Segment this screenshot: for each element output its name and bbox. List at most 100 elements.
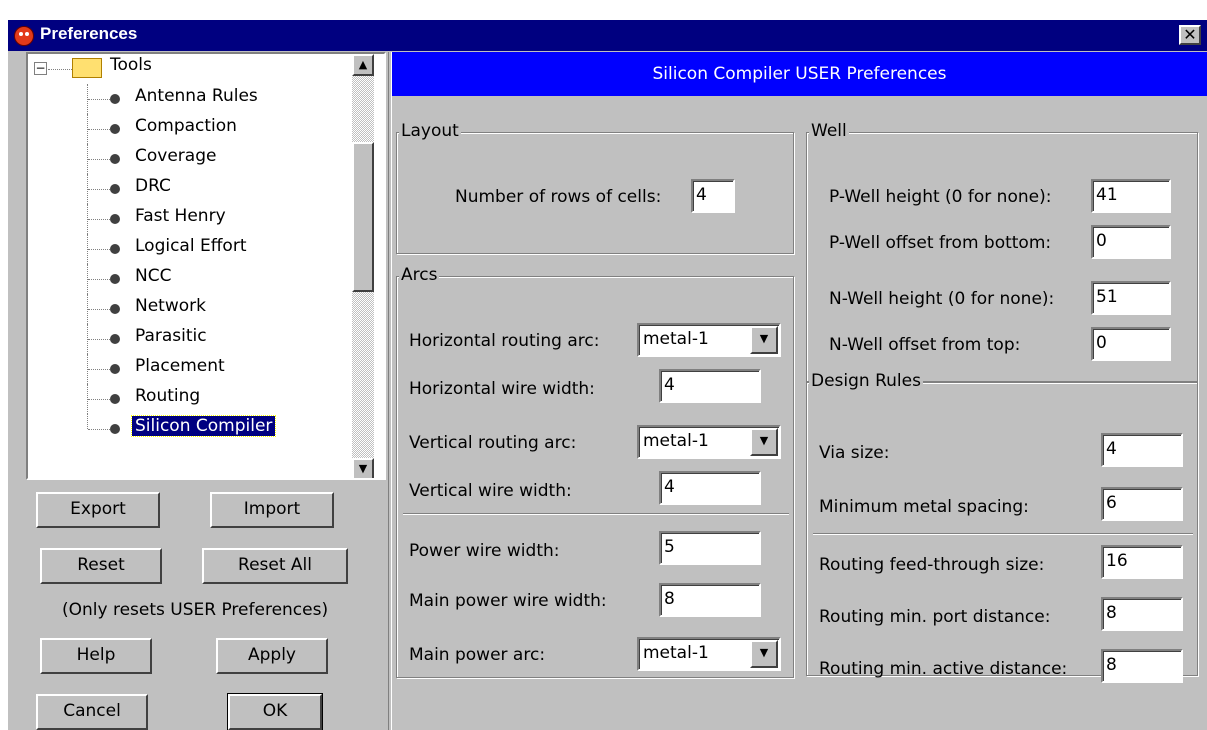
bullet-icon [110,184,120,194]
min-spacing-label: Minimum metal spacing: [819,497,1029,517]
left-pane: − Tools Antenna Rules Compaction Coverage D… [10,52,388,730]
main-power-width-input[interactable]: 8 [659,583,761,617]
chevron-down-icon[interactable]: ▼ [750,326,778,354]
main-power-arc-label: Main power arc: [409,645,546,665]
design-rules-group-title: Design Rules [809,371,923,391]
via-size-input[interactable]: 4 [1101,433,1183,467]
tree-scrollbar[interactable]: ▲ ▼ [352,54,374,478]
feedthrough-input[interactable]: 16 [1101,545,1183,579]
tree-item[interactable]: Logical Effort [28,234,348,264]
tree-item-label: Antenna Rules [135,86,258,106]
bullet-icon [110,334,120,344]
tree-item-label: DRC [135,176,171,196]
nwell-offset-input[interactable]: 0 [1091,327,1171,361]
tree-item-label: Routing [135,386,201,406]
tree-item[interactable]: Fast Henry [28,204,348,234]
nwell-height-input[interactable]: 51 [1091,281,1171,315]
layout-group-title: Layout [399,121,461,141]
horizontal-width-label: Horizontal wire width: [409,379,595,399]
scroll-down-icon[interactable]: ▼ [352,458,374,478]
tree-item[interactable]: Antenna Rules [28,84,348,114]
vertical-arc-select[interactable]: metal-1 ▼ [637,425,781,459]
bullet-icon [110,94,120,104]
reset-button[interactable]: Reset [40,548,162,584]
tree-item-label: NCC [135,266,172,286]
active-distance-label: Routing min. active distance: [819,659,1068,679]
pwell-height-label: P-Well height (0 for none): [829,187,1052,207]
panel-header: Silicon Compiler USER Preferences [392,52,1207,96]
bullet-icon [110,394,120,404]
tree-item[interactable]: Network [28,294,348,324]
horizontal-arc-select[interactable]: metal-1 ▼ [637,323,781,357]
pwell-offset-input[interactable]: 0 [1091,225,1171,259]
chevron-down-icon[interactable]: ▼ [750,640,778,668]
cancel-button[interactable]: Cancel [36,694,148,730]
tree-item[interactable]: Routing [28,384,348,414]
main-power-arc-select[interactable]: metal-1 ▼ [637,637,781,671]
vertical-width-input[interactable]: 4 [659,471,761,505]
tree-item-label: Logical Effort [135,236,247,256]
layout-group: Layout Number of rows of cells: 4 [396,121,794,254]
via-size-label: Via size: [819,443,890,463]
import-button[interactable]: Import [210,492,334,528]
rows-of-cells-input[interactable]: 4 [691,179,735,213]
export-button[interactable]: Export [36,492,160,528]
tree-item-label: Network [135,296,206,316]
scroll-thumb[interactable] [352,142,374,292]
tree-item[interactable]: NCC [28,264,348,294]
tree-item[interactable]: Placement [28,354,348,384]
tree-item-label: Silicon Compiler [130,415,277,437]
feedthrough-label: Routing feed-through size: [819,555,1045,575]
tree-root-tools[interactable]: − Tools [28,54,348,84]
arcs-separator [403,513,789,515]
horizontal-arc-label: Horizontal routing arc: [409,331,600,351]
close-button[interactable]: ✕ [1179,25,1201,45]
active-distance-input[interactable]: 8 [1101,649,1183,683]
scroll-up-icon[interactable]: ▲ [352,54,374,76]
well-group-title: Well [809,121,849,141]
window-title: Preferences [40,24,138,43]
vertical-arc-label: Vertical routing arc: [409,433,577,453]
pane-divider[interactable] [388,52,392,730]
help-button[interactable]: Help [40,638,152,674]
tree-item-label: Fast Henry [135,206,226,226]
apply-button[interactable]: Apply [216,638,328,674]
arcs-group: Arcs Horizontal routing arc: metal-1 ▼ H… [396,265,794,678]
horizontal-width-input[interactable]: 4 [659,369,761,403]
tree-item[interactable]: Compaction [28,114,348,144]
bullet-icon [110,364,120,374]
power-width-input[interactable]: 5 [659,531,761,565]
reset-note: (Only resets USER Preferences) [62,600,329,620]
well-group: Well P-Well height (0 for none): 41 P-We… [806,121,1198,382]
title-bar[interactable]: Preferences ✕ [8,20,1207,51]
bullet-icon [110,274,120,284]
tree-item-label: Compaction [135,116,237,136]
tree-item-label: Parasitic [135,326,207,346]
port-distance-label: Routing min. port distance: [819,607,1051,627]
tree-item[interactable]: Silicon Compiler [28,414,348,444]
app-icon [14,26,34,46]
bullet-icon [110,214,120,224]
vertical-width-label: Vertical wire width: [409,481,572,501]
min-spacing-input[interactable]: 6 [1101,487,1183,521]
tree-item[interactable]: Coverage [28,144,348,174]
vertical-arc-value: metal-1 [643,431,709,451]
nwell-height-label: N-Well height (0 for none): [829,289,1055,309]
preferences-tree[interactable]: − Tools Antenna Rules Compaction Coverage D… [26,52,386,480]
port-distance-input[interactable]: 8 [1101,597,1183,631]
main-power-width-label: Main power wire width: [409,591,607,611]
tree-item[interactable]: DRC [28,174,348,204]
arcs-group-title: Arcs [399,265,440,285]
bullet-icon [110,154,120,164]
design-rules-separator [813,533,1193,535]
ok-button[interactable]: OK [227,693,323,730]
collapse-icon[interactable]: − [34,62,47,75]
tree-root-label: Tools [110,55,152,75]
tree-item[interactable]: Parasitic [28,324,348,354]
reset-all-button[interactable]: Reset All [202,548,348,584]
pwell-height-input[interactable]: 41 [1091,179,1171,213]
chevron-down-icon[interactable]: ▼ [750,428,778,456]
nwell-offset-label: N-Well offset from top: [829,335,1021,355]
rows-of-cells-label: Number of rows of cells: [455,187,662,207]
bullet-icon [110,244,120,254]
